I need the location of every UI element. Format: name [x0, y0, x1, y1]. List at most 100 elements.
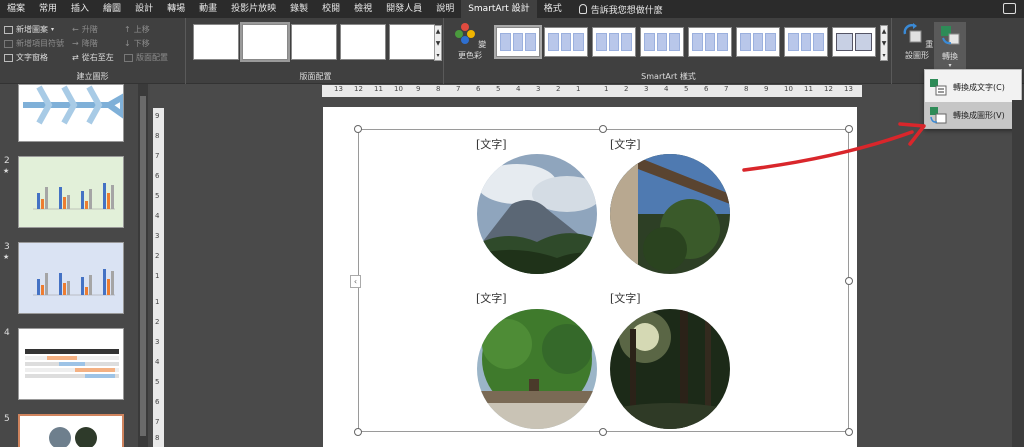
slide-number: 2: [4, 156, 10, 166]
convert-to-text-item[interactable]: 轉換成文字(C): [925, 74, 1021, 100]
tab-draw[interactable]: 繪圖: [96, 0, 128, 18]
tab-review[interactable]: 校閱: [315, 0, 347, 18]
style-option-4[interactable]: [640, 27, 684, 57]
resize-handle-bottom-left[interactable]: [354, 428, 362, 436]
slide-number: 5: [4, 414, 10, 424]
circle-pictures-preview: [49, 427, 97, 447]
promote-button[interactable]: ← 升階: [72, 24, 98, 35]
layout-option-4[interactable]: [340, 24, 386, 60]
layout-icon: [124, 53, 133, 62]
smartart-text-placeholder[interactable]: [文字]: [610, 290, 641, 306]
styles-gallery-scroll[interactable]: ▲ ▼ ▾: [880, 25, 888, 61]
add-shape-button[interactable]: 新增圖案 ▾: [4, 24, 54, 35]
tab-developer[interactable]: 開發人員: [379, 0, 429, 18]
mountain-photo: [477, 154, 597, 274]
comments-icon[interactable]: [1003, 3, 1016, 14]
tab-smartart-design[interactable]: SmartArt 設計: [461, 0, 537, 18]
layout-button[interactable]: 版面配置: [124, 52, 168, 63]
animation-star-icon: ★: [3, 253, 10, 261]
annotation-arrow-icon: [742, 122, 926, 172]
tab-design[interactable]: 設計: [128, 0, 160, 18]
style-option-5[interactable]: [688, 27, 732, 57]
resize-handle-right[interactable]: [845, 277, 853, 285]
gantt-table-preview: [25, 349, 119, 378]
right-to-left-button[interactable]: ⇄ 從右至左: [72, 52, 114, 63]
convert-dropdown-menu: 轉換成文字(C) 轉換成圖形(V): [924, 69, 1022, 129]
ribbon: 新增圖案 ▾ 新增項目符號 文字窗格 ← 升階 → 降階 ⇄ 從右至左 ↑ 上移 ↓ 下移 …: [0, 18, 1024, 84]
tab-help[interactable]: 說明: [429, 0, 461, 18]
convert-icon: [941, 26, 960, 45]
style-option-3[interactable]: [592, 27, 636, 57]
layout-option-1[interactable]: [193, 24, 239, 60]
reset-graphic-button[interactable]: 重設圖形: [900, 22, 934, 61]
tab-view[interactable]: 檢視: [347, 0, 379, 18]
circle-picture-big-tree[interactable]: [477, 309, 597, 429]
style-option-7[interactable]: [784, 27, 828, 57]
move-down-button[interactable]: ↓ 下移: [124, 38, 150, 49]
convert-to-shapes-item[interactable]: 轉換成圖形(V): [925, 102, 1021, 128]
text-pane-toggle[interactable]: ‹: [350, 275, 361, 288]
resize-handle-top[interactable]: [599, 125, 607, 133]
style-option-6[interactable]: [736, 27, 780, 57]
move-up-button[interactable]: ↑ 上移: [124, 24, 150, 35]
group-create-graphic: 新增圖案 ▾ 新增項目符號 文字窗格 ← 升階 → 降階 ⇄ 從右至左 ↑ 上移 ↓ 下移 …: [0, 18, 186, 84]
arrow-right-icon: →: [72, 39, 79, 48]
tab-file[interactable]: 檔案: [0, 0, 32, 18]
text-pane-button[interactable]: 文字窗格: [4, 52, 48, 63]
add-bullet-button[interactable]: 新增項目符號: [4, 38, 64, 49]
tab-insert[interactable]: 插入: [64, 0, 96, 18]
tab-transitions[interactable]: 轉場: [160, 0, 192, 18]
group-smartart-styles: 變更色彩 ▲ ▼ ▾ SmartArt 樣式: [446, 18, 892, 84]
arrow-down-icon: ↓: [124, 39, 131, 48]
group-label-create: 建立圖形: [76, 72, 109, 81]
layout-option-3[interactable]: [291, 24, 337, 60]
slide-thumbnail-5[interactable]: [18, 414, 124, 447]
slide-number: 4: [4, 328, 10, 338]
resize-handle-top-left[interactable]: [354, 125, 362, 133]
slide-scrollbar[interactable]: [1012, 100, 1024, 447]
arrow-left-icon: ←: [72, 25, 79, 34]
convert-button[interactable]: 轉換 ▾: [934, 22, 966, 76]
style-option-1[interactable]: [494, 25, 542, 59]
animation-star-icon: ★: [3, 167, 10, 175]
scrollbar-thumb[interactable]: [140, 96, 146, 436]
tell-me-text: 告訴我您想做什麼: [590, 5, 663, 16]
palette-icon: [454, 23, 475, 44]
vertical-ruler: 9 8 7 6 5 4 3 2 1 1 2 3 4 5 6 7 8: [153, 108, 164, 447]
style-option-2[interactable]: [544, 27, 588, 57]
layout-option-2[interactable]: [240, 22, 290, 62]
smartart-text-placeholder[interactable]: [文字]: [476, 290, 507, 306]
bar-chart-preview: [33, 269, 115, 296]
circle-picture-forest[interactable]: [610, 309, 730, 429]
slide-thumbnail-2[interactable]: [18, 156, 124, 228]
convert-to-shapes-icon: [930, 107, 947, 124]
demote-button[interactable]: → 降階: [72, 38, 98, 49]
bullet-icon: [4, 39, 13, 48]
tab-animations[interactable]: 動畫: [192, 0, 224, 18]
circle-picture-shrine-gate[interactable]: [610, 154, 730, 274]
group-layouts: ▲ ▼ ▾ 版面配置: [188, 18, 444, 84]
change-colors-button[interactable]: 變更色彩: [452, 22, 488, 61]
tab-format[interactable]: 格式: [537, 0, 569, 18]
slide-thumbnail-3[interactable]: [18, 242, 124, 314]
slide-thumbnail-1[interactable]: [18, 84, 124, 142]
horizontal-ruler: 13 12 11 10 9 8 7 6 5 4 3 2 1 1 2 3 4 5 …: [322, 85, 862, 97]
resize-handle-bottom[interactable]: [599, 428, 607, 436]
layout-option-5[interactable]: [389, 24, 435, 60]
fishbone-diagram-preview: [23, 85, 123, 125]
slide-thumbnail-4[interactable]: [18, 328, 124, 400]
layouts-gallery-scroll[interactable]: ▲ ▼ ▾: [434, 25, 442, 61]
style-option-8[interactable]: [832, 27, 876, 57]
circle-picture-mountain[interactable]: [477, 154, 597, 274]
arrow-up-icon: ↑: [124, 25, 131, 34]
tab-record[interactable]: 錄製: [283, 0, 315, 18]
resize-handle-bottom-right[interactable]: [845, 428, 853, 436]
tab-home[interactable]: 常用: [32, 0, 64, 18]
thumbnail-scrollbar[interactable]: [138, 84, 148, 447]
forest-photo: [610, 309, 730, 429]
tab-slideshow[interactable]: 投影片放映: [224, 0, 283, 18]
smartart-text-placeholder[interactable]: [文字]: [476, 136, 507, 152]
smartart-text-placeholder[interactable]: [文字]: [610, 136, 641, 152]
reset-graphic-icon: [903, 23, 922, 43]
tell-me-box[interactable]: 告訴我您想做什麼: [569, 3, 663, 16]
